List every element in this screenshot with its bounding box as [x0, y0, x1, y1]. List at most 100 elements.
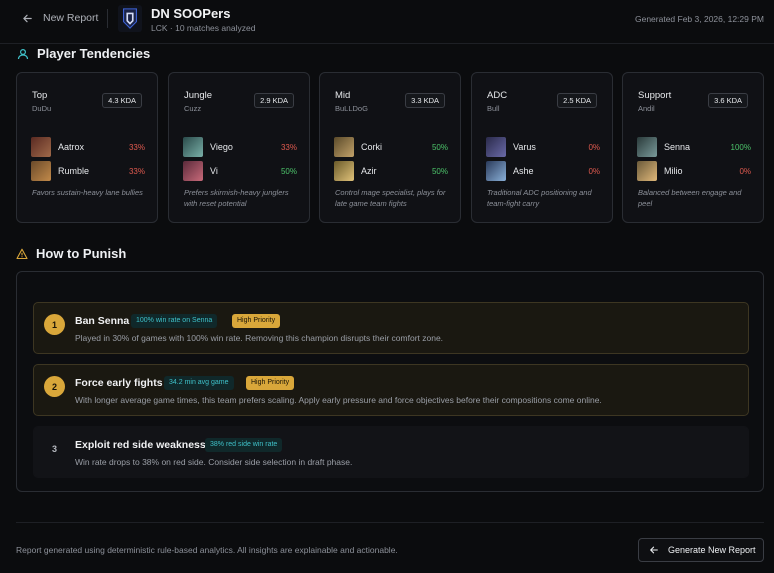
section-title-text: Player Tendencies — [37, 46, 151, 61]
punish-item: 1 Ban Senna 100% win rate on Senna High P… — [33, 302, 749, 354]
warning-icon — [16, 248, 28, 259]
champion-portrait — [31, 137, 51, 157]
stat-tag: 34.2 min avg game — [164, 376, 234, 390]
kda-badge: 2.5 KDA — [557, 93, 597, 108]
player-name: BuLLDoG — [335, 104, 368, 113]
player-card-support: Support Andil 3.6 KDA Senna 100% Milio 0… — [622, 72, 764, 223]
header-bar: New Report DN SOOPers LCK · 10 matches a… — [0, 0, 774, 44]
player-card-top: Top DuDu 4.3 KDA Aatrox 33% Rumble 33% F… — [16, 72, 158, 223]
priority-number-badge: 2 — [44, 376, 65, 397]
generate-button-label: Generate New Report — [668, 545, 756, 555]
champion-portrait — [486, 161, 506, 181]
champion-portrait — [334, 137, 354, 157]
player-name: Cuzz — [184, 104, 202, 113]
team-subtitle: LCK · 10 matches analyzed — [151, 23, 256, 33]
arrow-left-icon — [650, 546, 658, 554]
champion-winrate: 50% — [431, 142, 448, 152]
punish-description: Win rate drops to 38% on red side. Consi… — [75, 457, 353, 467]
champion-row: Ashe 0% — [486, 161, 600, 181]
champion-row: Varus 0% — [486, 137, 600, 157]
champion-name: Milio — [664, 166, 683, 176]
champion-name: Vi — [210, 166, 218, 176]
kda-badge: 3.6 KDA — [708, 93, 748, 108]
champion-name: Aatrox — [58, 142, 85, 152]
champion-portrait — [637, 137, 657, 157]
champion-portrait — [183, 161, 203, 181]
punish-panel: 1 Ban Senna 100% win rate on Senna High P… — [16, 271, 764, 492]
champion-name: Varus — [513, 142, 536, 152]
team-shield-icon — [123, 8, 137, 29]
tendency-note: Prefers skirmish-heavy junglers with res… — [184, 188, 289, 208]
team-logo — [118, 5, 142, 32]
back-new-report-button[interactable]: New Report — [22, 12, 98, 24]
role-label: Top — [32, 90, 48, 101]
stat-tag: 38% red side win rate — [205, 438, 283, 452]
high-priority-badge: High Priority — [246, 376, 295, 390]
punish-item: 2 Force early fights 34.2 min avg game Hi… — [33, 364, 749, 416]
tendency-note: Control mage specialist, plays for late … — [335, 188, 446, 208]
champion-row: Milio 0% — [637, 161, 751, 181]
champion-name: Viego — [210, 142, 233, 152]
champion-winrate: 50% — [280, 166, 297, 176]
header-divider — [107, 9, 108, 28]
champion-winrate: 0% — [588, 142, 600, 152]
role-label: Mid — [335, 90, 351, 101]
champion-row: Vi 50% — [183, 161, 297, 181]
high-priority-badge: High Priority — [232, 314, 281, 328]
punish-description: With longer average game times, this tea… — [75, 395, 602, 405]
champion-portrait — [183, 137, 203, 157]
priority-number-badge: 3 — [51, 443, 57, 454]
champion-winrate: 100% — [730, 142, 751, 152]
punish-item: 3 Exploit red side weakness 38% red side… — [33, 426, 749, 478]
section-title-text: How to Punish — [36, 246, 127, 261]
team-name: DN SOOPers — [151, 6, 231, 21]
champion-row: Rumble 33% — [31, 161, 145, 181]
champion-portrait — [637, 161, 657, 181]
player-name: DuDu — [32, 104, 52, 113]
champion-winrate: 0% — [588, 166, 600, 176]
champion-row: Aatrox 33% — [31, 137, 145, 157]
footer-divider — [16, 522, 764, 523]
role-label: Jungle — [184, 90, 212, 101]
champion-row: Viego 33% — [183, 137, 297, 157]
back-label: New Report — [43, 12, 99, 24]
kda-badge: 4.3 KDA — [102, 93, 142, 108]
champion-name: Corki — [361, 142, 383, 152]
player-card-mid: Mid BuLLDoG 3.3 KDA Corki 50% Azir 50% C… — [319, 72, 461, 223]
champion-portrait — [31, 161, 51, 181]
role-label: Support — [638, 90, 672, 101]
tendency-note: Balanced between engage and peel — [638, 188, 742, 208]
champion-name: Senna — [664, 142, 691, 152]
champion-portrait — [486, 137, 506, 157]
champion-name: Ashe — [513, 166, 534, 176]
punish-title: Force early fights — [75, 377, 163, 389]
champion-winrate: 50% — [431, 166, 448, 176]
generate-new-report-button[interactable]: Generate New Report — [638, 538, 764, 562]
tendency-note: Favors sustain-heavy lane bullies — [32, 188, 143, 197]
tendency-note: Traditional ADC positioning and team-fig… — [487, 188, 592, 208]
punish-title: Exploit red side weakness — [75, 439, 206, 451]
champion-winrate: 33% — [128, 142, 145, 152]
generated-timestamp: Generated Feb 3, 2026, 12:29 PM — [634, 14, 764, 24]
footer-note: Report generated using deterministic rul… — [16, 545, 398, 555]
player-tendencies-title: Player Tendencies — [17, 46, 150, 61]
role-label: ADC — [487, 90, 508, 101]
champion-winrate: 0% — [739, 166, 751, 176]
player-card-adc: ADC Bull 2.5 KDA Varus 0% Ashe 0% Tradit… — [471, 72, 613, 223]
user-icon — [17, 48, 29, 59]
stat-tag: 100% win rate on Senna — [131, 314, 218, 328]
arrow-left-icon — [23, 14, 32, 22]
champion-name: Azir — [361, 166, 377, 176]
kda-badge: 3.3 KDA — [405, 93, 445, 108]
punish-description: Played in 30% of games with 100% win rat… — [75, 333, 444, 343]
champion-row: Azir 50% — [334, 161, 448, 181]
kda-badge: 2.9 KDA — [254, 93, 294, 108]
priority-number-badge: 1 — [44, 314, 65, 335]
champion-portrait — [334, 161, 354, 181]
punish-title: Ban Senna — [75, 315, 130, 327]
champion-winrate: 33% — [280, 142, 297, 152]
how-to-punish-title: How to Punish — [16, 246, 126, 261]
champion-row: Senna 100% — [637, 137, 751, 157]
player-card-jungle: Jungle Cuzz 2.9 KDA Viego 33% Vi 50% Pre… — [168, 72, 310, 223]
player-name: Andil — [638, 104, 655, 113]
